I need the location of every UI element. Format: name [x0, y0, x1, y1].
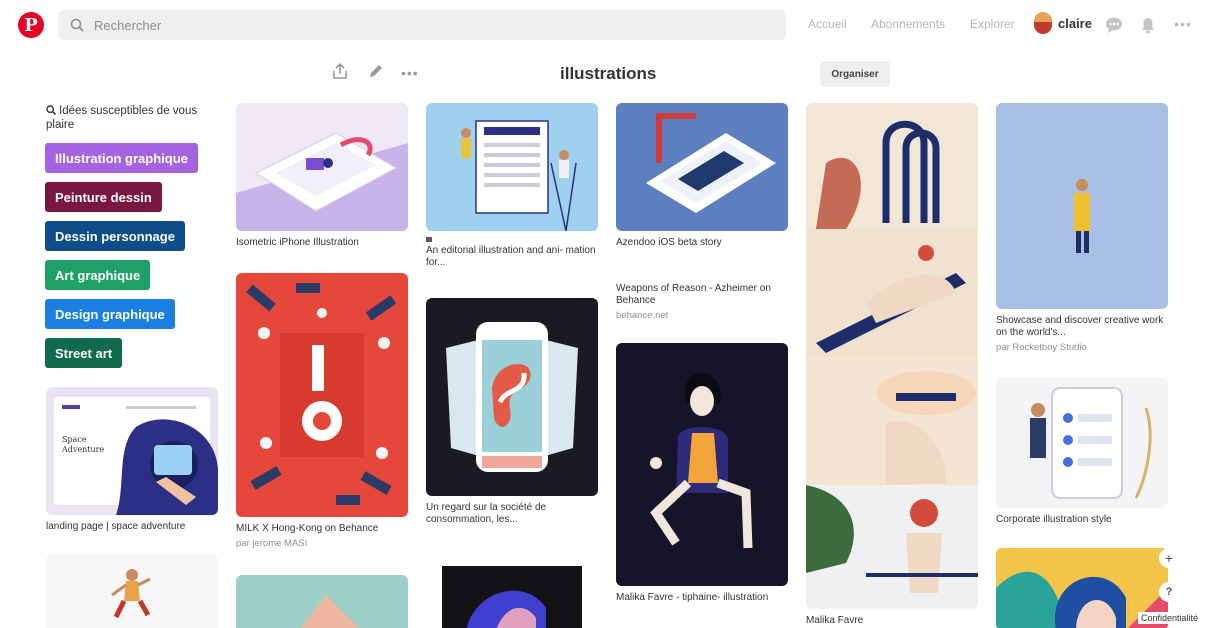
user-name: claire — [1058, 15, 1092, 31]
pin-image — [426, 298, 598, 496]
pin-image — [236, 575, 408, 628]
pin-landing-page[interactable]: Space Adventure landing page | space adv… — [46, 387, 218, 533]
nav-home-link[interactable]: Accueil — [808, 17, 847, 31]
pin-runner[interactable] — [46, 555, 218, 628]
idea-chip-design-graphique[interactable]: Design graphique — [45, 299, 175, 329]
pin-source-icon — [426, 237, 432, 242]
pin-title: Corporate illustration style — [996, 514, 1112, 525]
idea-chip-art-graphique[interactable]: Art graphique — [45, 260, 151, 290]
chat-icon[interactable] — [1103, 14, 1125, 36]
pin-author: par jerome MASI — [236, 538, 308, 549]
more-options-icon[interactable]: ••• — [1172, 13, 1194, 35]
pin-malika-tiphaine[interactable]: Malika Favre - tiphaine- illustration — [616, 343, 788, 604]
pin-author: par Rocketboy Studio — [996, 342, 1087, 353]
pin-editorial[interactable]: An editorial illustration and ani- matio… — [426, 103, 598, 269]
nav-explore-link[interactable]: Explorer — [970, 17, 1015, 31]
notifications-bell-icon[interactable] — [1137, 14, 1159, 36]
ideas-heading: Idées susceptibles de vous plaire — [46, 104, 216, 132]
pin-image — [806, 103, 978, 609]
pin-title: Un regard sur la société de consommation… — [426, 502, 547, 525]
pin-title: Isometric iPhone Illustration — [236, 237, 359, 248]
ideas-heading-text: Idées susceptibles de vous plaire — [46, 105, 198, 131]
nav-subscriptions-link[interactable]: Abonnements — [871, 17, 945, 31]
pin-malika-favre[interactable]: Malika Favre — [806, 103, 978, 627]
pin-milk-hong-kong[interactable]: MILK X Hong-Kong on Behance par jerome M… — [236, 273, 408, 550]
idea-chip-illustration-graphique[interactable]: Illustration graphique — [45, 143, 198, 173]
pin-title: landing page | space adventure — [46, 521, 186, 532]
board-title: illustrations — [560, 64, 657, 83]
idea-chip-street-art[interactable]: Street art — [45, 338, 123, 368]
pin-image — [996, 103, 1168, 309]
pin-showcase[interactable]: Showcase and discover creative work on t… — [996, 103, 1168, 354]
pin-title: Malika Favre — [806, 615, 864, 626]
pin-title: MILK X Hong-Kong on Behance — [236, 523, 379, 534]
pin-weapons-of-reason[interactable]: Weapons of Reason - Azheimer on Behance … — [616, 277, 788, 322]
search-icon — [70, 18, 84, 32]
pin-image — [236, 103, 408, 231]
avatar — [1034, 12, 1052, 34]
pin-title: Showcase and discover creative work on t… — [996, 315, 1164, 338]
pin-dark-illustration[interactable] — [426, 548, 598, 628]
pin-corporate-illustration[interactable]: Corporate illustration style — [996, 378, 1168, 526]
search-bar[interactable]: Rechercher — [58, 10, 786, 40]
idea-chip-peinture-dessin[interactable]: Peinture dessin — [45, 182, 162, 212]
pin-title: Azendoo iOS beta story — [616, 237, 722, 248]
pin-image — [616, 343, 788, 586]
pin-image — [236, 273, 408, 517]
pin-image — [46, 555, 218, 628]
pin-source: behance.net — [616, 310, 669, 321]
pinterest-logo-icon[interactable]: P — [18, 12, 44, 38]
board-more-options-icon[interactable]: ••• — [401, 65, 419, 81]
search-input[interactable]: Rechercher — [94, 18, 161, 33]
add-pin-button[interactable]: + — [1159, 548, 1179, 568]
pin-image — [426, 548, 598, 628]
pin-image — [426, 103, 598, 231]
edit-pencil-icon[interactable] — [368, 63, 384, 84]
privacy-link[interactable]: Confidentialité — [1138, 612, 1202, 624]
pin-caption-title: Space Adventure — [62, 435, 105, 454]
pin-azendoo[interactable]: Azendoo iOS beta story — [616, 103, 788, 249]
top-navigation-bar: P Rechercher Accueil Abonnements Explore… — [0, 0, 1211, 50]
search-icon — [46, 105, 57, 116]
pin-regard-societe[interactable]: Un regard sur la société de consommation… — [426, 298, 598, 526]
pin-isometric-iphone[interactable]: Isometric iPhone Illustration — [236, 103, 408, 249]
idea-chip-dessin-personnage[interactable]: Dessin personnage — [45, 221, 185, 251]
user-profile-link[interactable]: claire — [1034, 12, 1092, 34]
pin-teal-illustration[interactable] — [236, 575, 408, 628]
share-icon[interactable] — [332, 62, 348, 85]
pin-image — [996, 378, 1168, 508]
pin-title: An editorial illustration and ani- matio… — [426, 245, 596, 268]
organise-button[interactable]: Organiser — [820, 61, 890, 87]
pin-image — [616, 103, 788, 231]
pin-title: Malika Favre - tiphaine- illustration — [616, 592, 769, 603]
pin-image: Space Adventure — [46, 387, 218, 515]
pin-title: Weapons of Reason - Azheimer on Behance — [616, 283, 771, 306]
help-button[interactable]: ? — [1159, 582, 1179, 602]
